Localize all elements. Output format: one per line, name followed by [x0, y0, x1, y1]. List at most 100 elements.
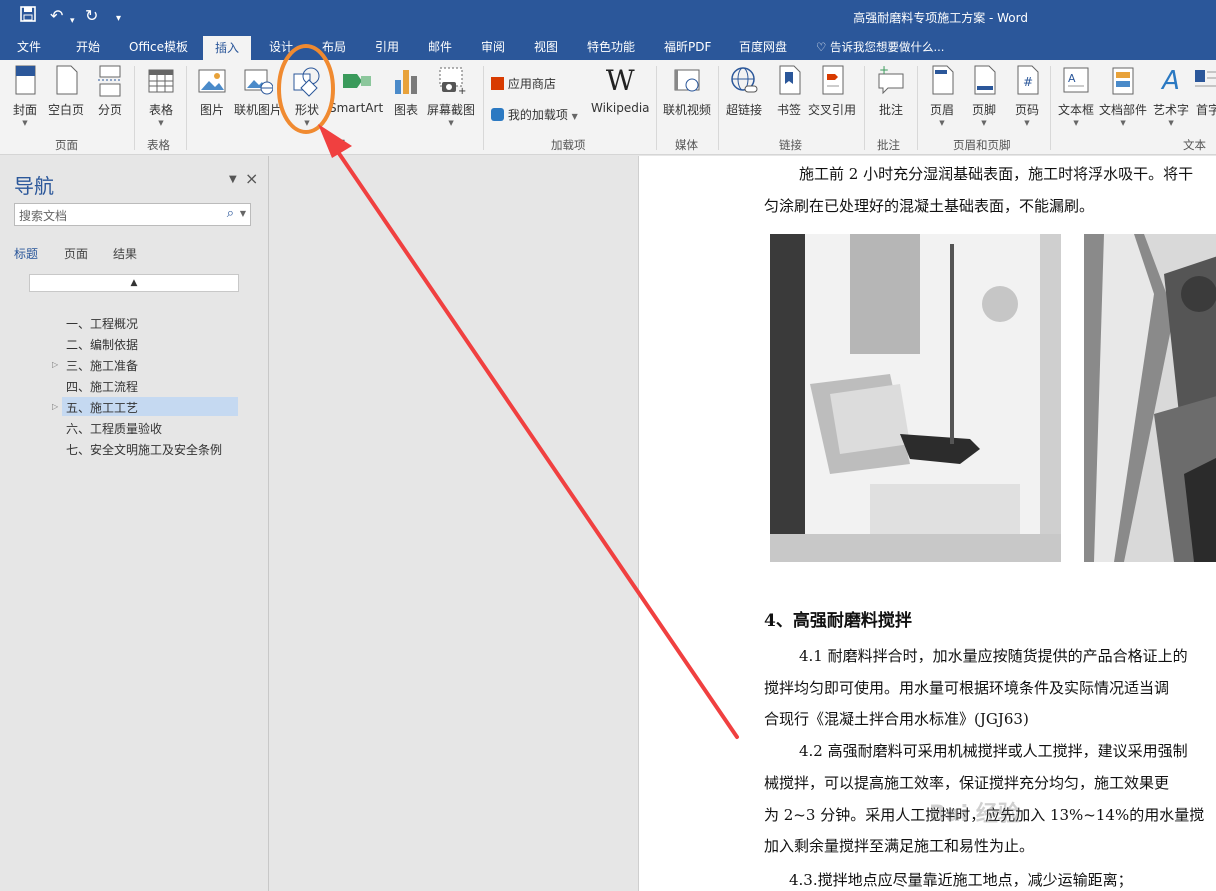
- chevron-down-icon[interactable]: ▼: [240, 209, 246, 218]
- page-break-icon: [95, 64, 125, 98]
- blank-page-icon: [51, 64, 81, 98]
- chevron-down-icon: ▼: [1024, 119, 1030, 127]
- document-background: [270, 156, 638, 891]
- page-break-button[interactable]: 分页: [95, 64, 125, 118]
- chevron-down-icon: ▼: [1120, 119, 1126, 127]
- ribbon-insert: 封面 ▼ 空白页 分页 页面 表格 ▼ 表格 图片 联机图片 形状 ▼ SmartAr…: [0, 60, 1216, 155]
- shapes-button[interactable]: 形状 ▼: [292, 64, 322, 127]
- pane-options-icon[interactable]: ▼: [229, 174, 237, 185]
- comment-label: 批注: [878, 103, 903, 117]
- header-button[interactable]: 页眉 ▼: [927, 64, 957, 127]
- picture-button[interactable]: 图片: [197, 64, 227, 118]
- document-page[interactable]: 施工前 2 小时充分湿润基础表面，施工时将浮水吸干。将干 匀涂刷在已处理好的混凝…: [638, 156, 1216, 891]
- chevron-down-icon: ▼: [1168, 119, 1174, 127]
- tab-mailings[interactable]: 邮件: [428, 38, 452, 55]
- nav-tab-headings[interactable]: 标题: [14, 245, 38, 262]
- tab-review[interactable]: 审阅: [481, 38, 505, 55]
- tab-design[interactable]: 设计: [269, 38, 293, 55]
- bookmark-button[interactable]: 书签: [774, 64, 804, 118]
- collapse-up-icon: ▲: [130, 278, 138, 288]
- navigation-search-input[interactable]: 搜索文档 ⌕ ▼: [14, 203, 251, 226]
- tell-me-box[interactable]: ♡ 告诉我您想要做什么...: [816, 39, 944, 55]
- wikipedia-button[interactable]: W Wikipedia: [591, 64, 650, 115]
- paragraph-line: 合现行《混凝土拌合用水标准》(JGJ63): [764, 710, 1029, 728]
- close-icon[interactable]: ×: [245, 169, 258, 188]
- outline-item-selected[interactable]: 五、施工工艺: [66, 399, 138, 416]
- expand-triangle-icon[interactable]: ▷: [52, 360, 58, 369]
- store-button[interactable]: 应用商店: [491, 75, 556, 92]
- redo-icon[interactable]: ↻: [85, 6, 98, 26]
- svg-text:+: +: [458, 86, 466, 97]
- online-pictures-button[interactable]: 联机图片: [234, 64, 282, 118]
- customize-qat-icon[interactable]: ▾: [116, 9, 121, 29]
- online-pictures-label: 联机图片: [234, 103, 283, 117]
- text-box-label: 文本框: [1058, 103, 1095, 117]
- smartart-button[interactable]: SmartArt: [329, 64, 383, 115]
- online-video-label: 联机视频: [663, 103, 712, 117]
- chart-button[interactable]: 图表: [391, 64, 421, 118]
- comment-button[interactable]: + 批注: [876, 63, 906, 118]
- wordart-button[interactable]: A 艺术字 ▼: [1153, 64, 1189, 127]
- page-number-button[interactable]: # 页码 ▼: [1012, 64, 1042, 127]
- search-placeholder: 搜索文档: [19, 209, 68, 223]
- title-bar: ↶ ▾ ↻ ▾ 高强耐磨料专项施工方案 - Word: [0, 0, 1216, 34]
- drop-cap-icon: [1193, 64, 1216, 98]
- nav-tab-results[interactable]: 结果: [113, 245, 137, 262]
- chevron-down-icon: ▼: [939, 119, 945, 127]
- comment-icon: +: [876, 63, 906, 98]
- chevron-down-icon: ▼: [22, 119, 28, 127]
- tab-layout[interactable]: 布局: [322, 38, 346, 55]
- tab-office-templates[interactable]: Office模板: [129, 38, 188, 55]
- tab-references[interactable]: 引用: [375, 38, 399, 55]
- cross-reference-icon: [817, 64, 847, 98]
- nav-tab-pages[interactable]: 页面: [64, 245, 88, 262]
- outline-item[interactable]: 六、工程质量验收: [66, 420, 162, 437]
- table-button[interactable]: 表格 ▼: [146, 64, 176, 127]
- search-icon[interactable]: ⌕: [227, 206, 234, 221]
- group-tables-label: 表格: [147, 138, 170, 152]
- cover-page-button[interactable]: 封面 ▼: [10, 64, 40, 127]
- hyperlink-button[interactable]: 超链接: [726, 64, 762, 118]
- undo-icon[interactable]: ↶: [50, 6, 63, 26]
- quick-parts-icon: [1108, 64, 1138, 98]
- paragraph-line: 搅拌均匀即可使用。用水量可根据环境条件及实际情况适当调: [764, 679, 1170, 697]
- tab-view[interactable]: 视图: [534, 38, 558, 55]
- paragraph-line: 匀涂刷在已处理好的混凝土基础表面，不能漏刷。: [764, 197, 1095, 215]
- my-addins-button[interactable]: 我的加载项 ▼: [491, 106, 578, 123]
- navigation-pane: 导航 ▼ × 搜索文档 ⌕ ▼ 标题 页面 结果 ▲ 一、工程概况 二、编制依据…: [0, 156, 269, 891]
- screenshot-button[interactable]: + 屏幕截图 ▼: [427, 64, 475, 127]
- expand-triangle-icon[interactable]: ▷: [52, 402, 58, 411]
- hyperlink-label: 超链接: [726, 103, 763, 117]
- tab-insert[interactable]: 插入: [203, 36, 252, 60]
- tab-home[interactable]: 开始: [76, 38, 100, 55]
- tab-features[interactable]: 特色功能: [587, 38, 635, 55]
- page-number-icon: #: [1012, 64, 1042, 98]
- tab-file[interactable]: 文件: [17, 38, 41, 55]
- cross-reference-label: 交叉引用: [808, 103, 857, 117]
- cover-page-icon: [10, 64, 40, 98]
- blank-page-button[interactable]: 空白页: [48, 64, 84, 118]
- undo-dropdown-icon[interactable]: ▾: [70, 11, 75, 31]
- text-box-button[interactable]: A 文本框 ▼: [1058, 64, 1094, 127]
- outline-item[interactable]: 三、施工准备: [66, 357, 138, 374]
- construction-photo-2[interactable]: [1084, 234, 1216, 562]
- construction-photo-1[interactable]: [770, 234, 1061, 562]
- online-video-button[interactable]: 联机视频: [663, 64, 711, 118]
- outline-item[interactable]: 七、安全文明施工及安全条例: [66, 441, 222, 458]
- outline-item[interactable]: 二、编制依据: [66, 336, 138, 353]
- screenshot-label: 屏幕截图: [427, 103, 476, 117]
- collapse-headings-bar[interactable]: ▲: [29, 274, 239, 292]
- text-box-icon: A: [1061, 64, 1091, 98]
- tab-baidu-netdisk[interactable]: 百度网盘: [739, 38, 787, 55]
- quick-parts-button[interactable]: 文档部件 ▼: [1099, 64, 1147, 127]
- drop-cap-button[interactable]: 首字: [1193, 64, 1216, 118]
- cross-reference-button[interactable]: 交叉引用: [808, 64, 856, 118]
- save-icon[interactable]: [20, 6, 36, 27]
- picture-label: 图片: [199, 103, 224, 117]
- paragraph-line: 加入剩余量搅拌至满足施工和易性为止。: [764, 837, 1035, 855]
- outline-item[interactable]: 四、施工流程: [66, 378, 138, 395]
- paragraph-line: 4.3.搅拌地点应尽量靠近施工地点，减少运输距离；: [789, 871, 1133, 889]
- outline-item[interactable]: 一、工程概况: [66, 315, 138, 332]
- tab-foxit-pdf[interactable]: 福昕PDF: [664, 38, 711, 55]
- footer-button[interactable]: 页脚 ▼: [969, 64, 999, 127]
